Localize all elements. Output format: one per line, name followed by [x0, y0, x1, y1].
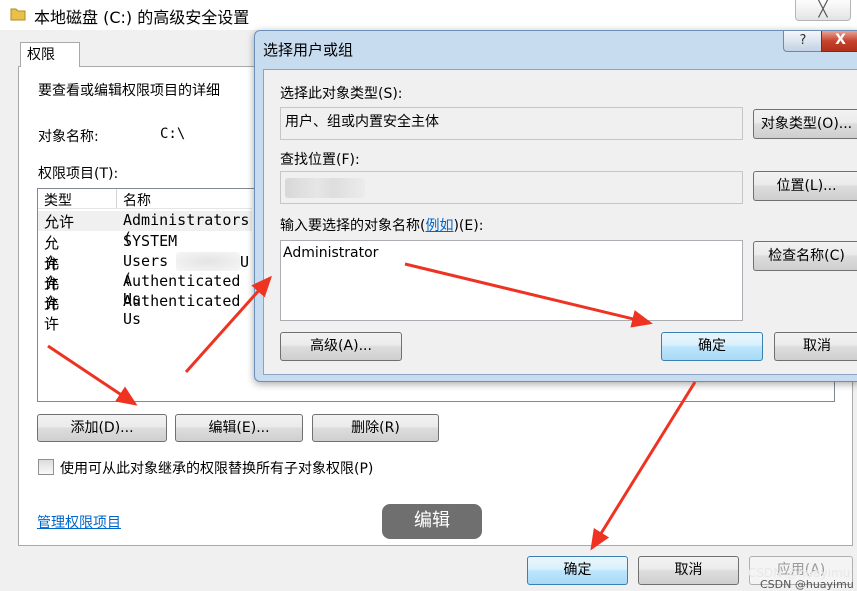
tab-permissions[interactable]: 权限 — [20, 42, 80, 67]
arrow-to-name-input — [184, 275, 272, 373]
arrow-to-add-button — [47, 344, 138, 406]
arrow-to-dialog-ok — [404, 262, 653, 328]
arrow-to-window-ok — [590, 381, 697, 551]
annotation-arrows — [47, 262, 697, 551]
